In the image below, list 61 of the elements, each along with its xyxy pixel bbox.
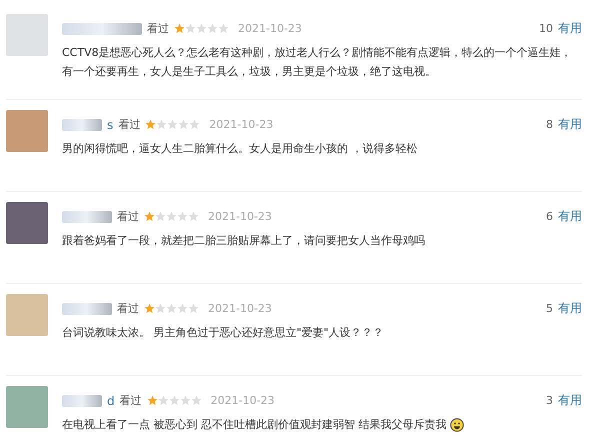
watch-status: 看过 [120,393,142,408]
review-date: 2021-10-23 [238,22,302,35]
blurred-username [62,118,102,130]
blurred-username [62,394,102,406]
watch-status: 看过 [117,301,139,316]
useful-link[interactable]: 有用 [558,208,582,225]
star-icon [188,211,199,222]
watch-status: 看过 [118,117,140,132]
star-icon [218,23,229,34]
star-icon [167,119,178,130]
useful-link[interactable]: 有用 [558,300,582,317]
username[interactable]: d [107,394,115,408]
avatar-placeholder [6,14,48,56]
star-icon [168,395,180,406]
star-icon [144,211,155,222]
review-date: 2021-10-23 [208,210,272,223]
review-date: 2021-10-23 [210,394,275,407]
username[interactable]: s [107,118,114,132]
star-icon [207,23,218,34]
star-icon [188,303,199,314]
star-icon [177,211,188,222]
star-icon [174,23,185,34]
useful-link[interactable]: 有用 [558,116,582,133]
review-date: 2021-10-23 [209,118,274,131]
star-icon [189,119,200,130]
vote-count: 10 [539,22,553,35]
star-icon [178,119,190,130]
avatar-placeholder [6,202,48,244]
star-icon [144,303,155,314]
vote-count: 5 [546,302,553,315]
vote-count: 3 [546,394,553,407]
avatar-placeholder [6,294,48,336]
star-icon [166,303,177,314]
review-text: 台词说教味太浓。 男主角色过于恶心还好意思立"爱妻"人设？？？ [62,325,384,341]
avatar-placeholder [6,110,48,152]
review-text: 男的闲得慌吧，逼女人生二胎算什么。女人是用命生小孩的 ，说得多轻松 [62,141,418,157]
review-text: CCTV8是想恶心死人么？怎么老有这种剧，放过老人行么？剧情能不能有点逻辑，特么的一个个逼生娃，有一个还要再生，女人是生子工具么，垃圾，男主更是个垃圾，绝了这电视。 [62,45,573,80]
vote-count: 6 [546,210,553,223]
watch-status: 看过 [117,209,139,224]
vote-count: 8 [546,118,553,131]
star-icon [185,23,196,34]
blurred-username [62,302,112,314]
review-text: 跟着爸妈看了一段，就差把二胎三胎贴屏幕上了，请问要把女人当作母鸡吗 [62,233,425,249]
star-icon [196,23,207,34]
star-icon [155,211,166,222]
useful-link[interactable]: 有用 [558,20,582,37]
star-icon [166,211,177,222]
star-icon [146,395,158,406]
star-icon [145,119,156,130]
useful-link[interactable]: 有用 [558,392,582,409]
blurred-username [62,210,112,222]
avatar-placeholder [6,386,48,428]
review-text: 在电视上看了一点 被恶心到 忍不住吐槽此剧价值观封建弱智 结果我父母斥责我 [62,417,446,433]
star-icon [180,395,191,406]
star-icon [156,119,168,130]
watch-status: 看过 [147,21,169,36]
star-icon [155,303,166,314]
star-icon [158,395,169,406]
star-icon [177,303,188,314]
star-icon [190,395,202,406]
review-date: 2021-10-23 [208,302,272,315]
